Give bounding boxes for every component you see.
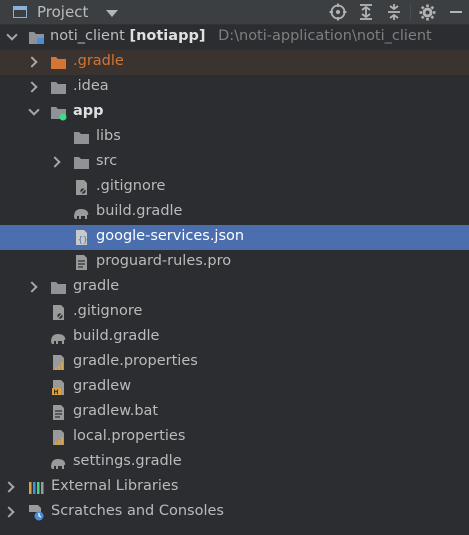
- tree-row-scratches[interactable]: Scratches and Consoles: [0, 500, 469, 525]
- scratches-icon: [29, 505, 44, 521]
- tree-row-gitignore[interactable]: .gitignore: [0, 300, 469, 325]
- shell-script-icon: H: [52, 380, 64, 396]
- tree-item-label: External Libraries: [51, 478, 179, 494]
- root-name: noti_client: [50, 28, 125, 44]
- tree-item-label: .idea: [73, 78, 109, 94]
- tree-row-gradlew[interactable]: H gradlew: [0, 375, 469, 400]
- tree-item-label: gradlew: [73, 378, 132, 394]
- tree-row-root[interactable]: noti_client [notiapp] D:\noti-applicatio…: [0, 25, 469, 50]
- tree-row-gradle[interactable]: gradle: [0, 275, 469, 300]
- folder-icon: [74, 132, 89, 144]
- expand-all-icon[interactable]: [352, 0, 380, 24]
- root-path: D:\noti-application\noti_client: [218, 28, 432, 44]
- tree-row-libs[interactable]: libs: [0, 125, 469, 150]
- chevron-right-icon[interactable]: [49, 156, 61, 168]
- toolbar-separator: [410, 4, 411, 20]
- json-file-icon: {}: [76, 230, 88, 245]
- tree-item-label: libs: [96, 128, 121, 144]
- tree-item-label: .gradle: [73, 53, 124, 69]
- ignore-file-icon: [76, 180, 87, 195]
- chevron-down-icon[interactable]: [28, 104, 40, 116]
- text-file-icon: [76, 255, 87, 270]
- tree-row-src[interactable]: src: [0, 150, 469, 175]
- module-folder-icon: [29, 32, 44, 44]
- tree-item-label: build.gradle: [73, 328, 160, 344]
- library-icon: [29, 482, 44, 494]
- tree-row-app-gitignore[interactable]: .gitignore: [0, 175, 469, 200]
- tree-row-idea-dir[interactable]: .idea: [0, 75, 469, 100]
- ignore-file-icon: [53, 305, 64, 320]
- excluded-folder-icon: [51, 57, 66, 69]
- tree-row-gradle-dir[interactable]: .gradle: [0, 50, 469, 75]
- svg-text:H: H: [54, 389, 59, 396]
- project-tree[interactable]: noti_client [notiapp] D:\noti-applicatio…: [0, 25, 469, 525]
- tree-row-app-build-gradle[interactable]: build.gradle: [0, 200, 469, 225]
- tree-row-local-properties[interactable]: local.properties: [0, 425, 469, 450]
- folder-icon: [51, 282, 66, 294]
- module-name: [notiapp]: [129, 28, 206, 44]
- tree-row-app[interactable]: app: [0, 100, 469, 125]
- tree-row-gradle-properties[interactable]: gradle.properties: [0, 350, 469, 375]
- tree-row-build-gradle[interactable]: build.gradle: [0, 325, 469, 350]
- tree-row-google-services[interactable]: {} google-services.json: [0, 225, 469, 250]
- tree-item-label: settings.gradle: [73, 453, 182, 469]
- tree-item-label: build.gradle: [96, 203, 183, 219]
- chevron-right-icon[interactable]: [26, 281, 38, 293]
- project-view-title: Project: [37, 3, 89, 21]
- chevron-right-icon[interactable]: [3, 506, 15, 518]
- chevron-right-icon[interactable]: [26, 81, 38, 93]
- gradle-elephant-icon: [74, 209, 89, 219]
- tree-row-external-libraries[interactable]: External Libraries: [0, 475, 469, 500]
- chevron-down-icon[interactable]: [6, 29, 18, 41]
- chevron-right-icon[interactable]: [3, 481, 15, 493]
- tree-item-label: app: [73, 103, 104, 119]
- folder-icon: [51, 82, 66, 94]
- hide-icon[interactable]: [441, 0, 469, 24]
- tree-item-label: proguard-rules.pro: [96, 253, 232, 269]
- locate-icon[interactable]: [324, 0, 352, 24]
- tree-item-label: google-services.json: [96, 228, 245, 244]
- project-tool-window-header: Project: [0, 0, 469, 25]
- tree-item-label: gradle.properties: [73, 353, 198, 369]
- tree-row-proguard[interactable]: proguard-rules.pro: [0, 250, 469, 275]
- tree-item-label: Scratches and Consoles: [51, 503, 224, 519]
- tree-item-label: .gitignore: [96, 178, 166, 194]
- tree-item-label: noti_client [notiapp] D:\noti-applicatio…: [50, 28, 432, 44]
- project-view-selector[interactable]: Project: [0, 3, 119, 21]
- tree-item-label: .gitignore: [73, 303, 143, 319]
- tree-row-gradlew-bat[interactable]: gradlew.bat: [0, 400, 469, 425]
- properties-file-icon: [53, 355, 64, 370]
- collapse-all-icon[interactable]: [380, 0, 408, 24]
- tree-item-label: gradle: [73, 278, 120, 294]
- gradle-elephant-icon: [51, 334, 66, 344]
- android-module-icon: [51, 107, 67, 121]
- folder-icon: [74, 157, 89, 169]
- chevron-down-icon[interactable]: [106, 9, 119, 17]
- properties-file-icon: [53, 430, 64, 445]
- tree-item-label: local.properties: [73, 428, 186, 444]
- tree-row-settings-gradle[interactable]: settings.gradle: [0, 450, 469, 475]
- svg-text:{}: {}: [78, 235, 88, 244]
- gradle-elephant-icon: [51, 459, 66, 469]
- tree-item-label: src: [96, 153, 118, 169]
- gear-icon[interactable]: [413, 0, 441, 24]
- chevron-right-icon[interactable]: [26, 56, 38, 68]
- text-file-icon: [53, 405, 64, 420]
- project-view-icon: [13, 6, 27, 18]
- tree-item-label: gradlew.bat: [73, 403, 159, 419]
